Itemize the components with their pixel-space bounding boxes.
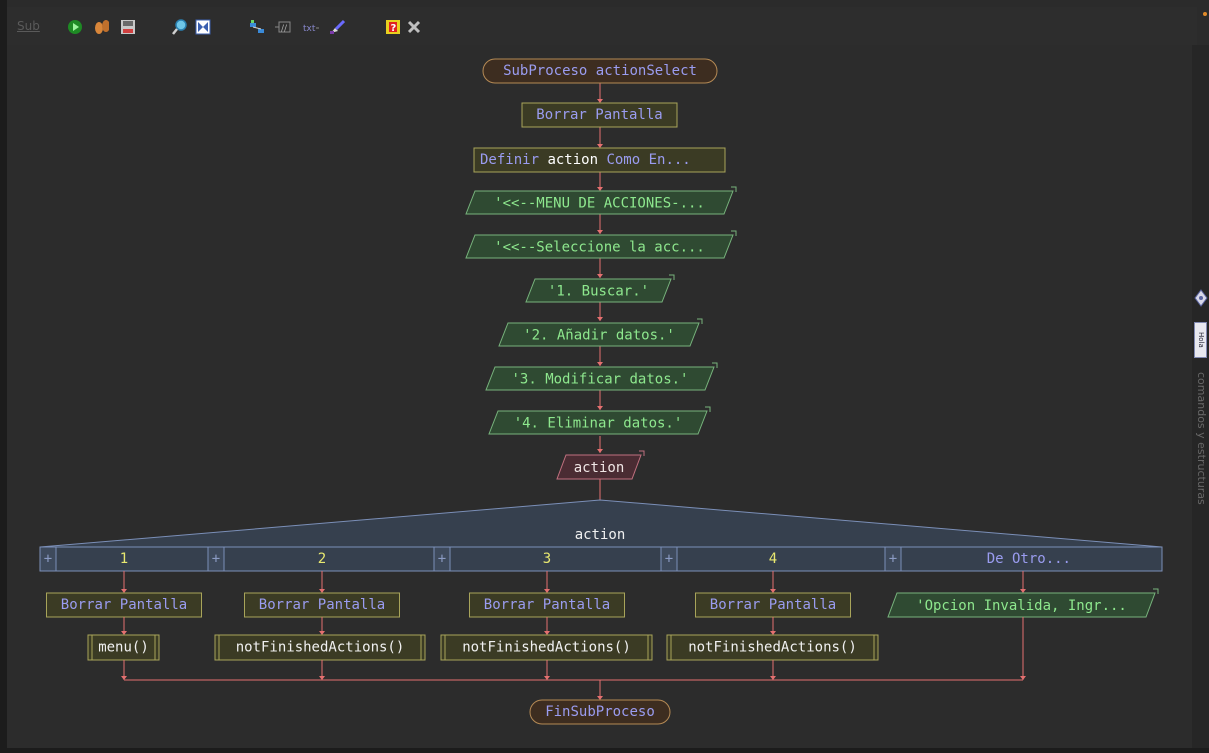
case-default-label: De Otro... [987, 551, 1071, 567]
connector-arrow [597, 362, 603, 366]
switch-variable: action [575, 527, 626, 543]
case-5-plus: + [889, 551, 897, 567]
step-icon[interactable] [93, 19, 109, 35]
connector-arrow [597, 230, 603, 234]
save-icon[interactable] [120, 19, 136, 35]
output-buscar: '1. Buscar.' [548, 284, 649, 300]
svg-text:txt: txt [303, 24, 316, 34]
connector-arrow [319, 676, 325, 680]
output-anadir: '2. Añadir datos.' [523, 328, 675, 344]
output-seleccione: '<<--Seleccione la acc... [494, 240, 705, 256]
output-eliminar: '4. Eliminar datos.' [514, 416, 683, 432]
finsubproceso-end: FinSubProceso [545, 704, 655, 720]
run-icon[interactable] [67, 19, 83, 35]
connector-arrow [597, 144, 603, 148]
case-2-label: 2 [318, 551, 326, 567]
connector-arrow [544, 676, 550, 680]
connector-arrow [597, 99, 603, 103]
connector-arrow [770, 589, 776, 593]
case-4-plus: + [665, 551, 673, 567]
connector-arrow [597, 187, 603, 191]
flowchart-diagram: SubProceso actionSelect Borrar Pantalla De… [39, 58, 1163, 725]
color-icon[interactable]: txt [303, 19, 319, 35]
definir-statement: Definir action Como En... [480, 152, 691, 168]
toolbar-label[interactable]: Sub [17, 19, 40, 33]
case-1-call: menu() [98, 640, 149, 656]
zoom-icon[interactable] [172, 19, 188, 35]
case-3-call: notFinishedActions() [462, 640, 631, 656]
case-3-borrar-pantalla: Borrar Pantalla [484, 597, 610, 613]
case-4-call: notFinishedActions() [688, 640, 857, 656]
pseint-window: Sub // txt ? SubProceso actionSelect Bor… [0, 0, 1209, 753]
flowchart-canvas[interactable]: SubProceso actionSelect Borrar Pantalla De… [7, 45, 1192, 748]
connector-arrow [1020, 589, 1026, 593]
connector-arrow [121, 676, 127, 680]
connector-arrow [121, 631, 127, 635]
connector-arrow [597, 317, 603, 321]
connector-arrow [597, 449, 603, 453]
case-default-output: 'Opcion Invalida, Ingr... [916, 598, 1127, 614]
connector-arrow [121, 589, 127, 593]
case-4-borrar-pantalla: Borrar Pantalla [710, 597, 836, 613]
status-dot [1203, 12, 1207, 16]
brush-icon[interactable] [329, 19, 345, 35]
connector-arrow [770, 631, 776, 635]
connector-arrow [319, 631, 325, 635]
case-1-label: 1 [120, 551, 128, 567]
connector-arrow [770, 676, 776, 680]
comment-icon[interactable]: // [275, 19, 291, 35]
flowchart-toolbar: Sub // txt ? [7, 7, 1197, 45]
case-1-plus: + [44, 551, 52, 567]
connector-arrow [1020, 676, 1026, 680]
connector-arrow [544, 589, 550, 593]
output-menu-header: '<<--MENU DE ACCIONES-... [494, 196, 705, 212]
output-modificar: '3. Modificar datos.' [511, 372, 688, 388]
connector-arrow [597, 274, 603, 278]
svg-text:?: ? [391, 23, 397, 34]
case-2-borrar-pantalla: Borrar Pantalla [259, 597, 385, 613]
connector-arrow [319, 589, 325, 593]
svg-text://: // [281, 24, 288, 34]
case-3-plus: + [438, 551, 446, 567]
left-border [0, 0, 7, 753]
subproceso-start: SubProceso actionSelect [503, 63, 697, 79]
connector-arrow [597, 696, 603, 700]
help-icon[interactable]: ? [385, 19, 401, 35]
styles-icon[interactable] [248, 19, 264, 35]
case-2-call: notFinishedActions() [236, 640, 405, 656]
fit-icon[interactable] [195, 19, 211, 35]
input-action: action [574, 460, 625, 476]
case-4-label: 4 [769, 551, 777, 567]
side-panel-title[interactable]: comandos y estructuras [1195, 372, 1208, 522]
connector-arrow [597, 406, 603, 410]
close-icon[interactable] [406, 19, 422, 35]
case-2-plus: + [212, 551, 220, 567]
connector-arrow [544, 631, 550, 635]
case-1-borrar-pantalla: Borrar Pantalla [61, 597, 187, 613]
bottom-border [0, 748, 1209, 753]
case-3-label: 3 [543, 551, 551, 567]
side-panel-tab[interactable]: Hola [1194, 322, 1207, 358]
pin-icon[interactable] [1194, 288, 1208, 308]
borrar-pantalla-main: Borrar Pantalla [536, 107, 662, 123]
